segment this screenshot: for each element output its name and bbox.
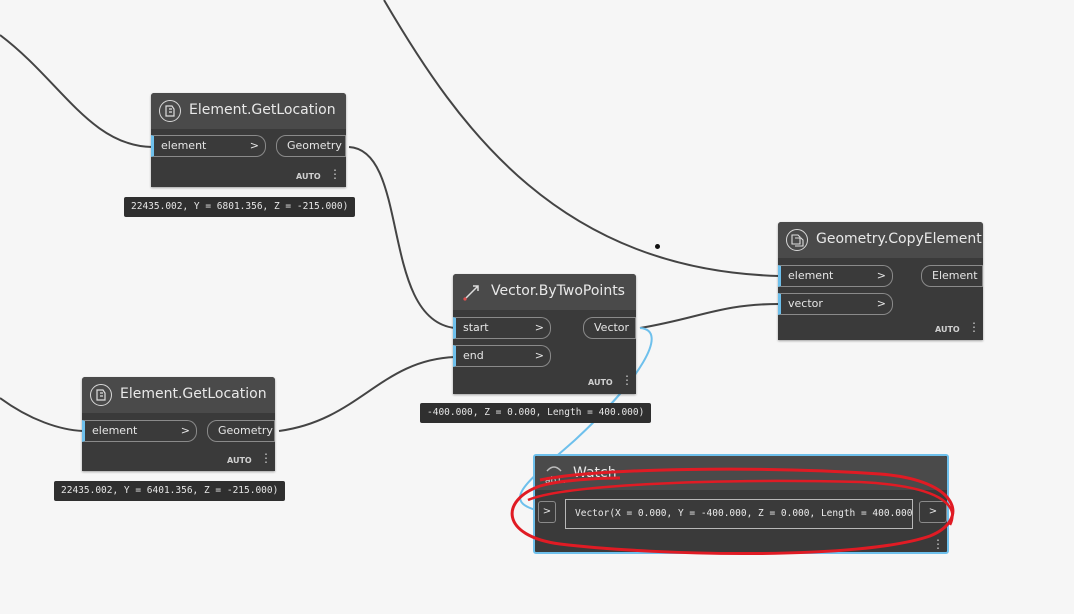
wire-vector-to-copyelement: [639, 303, 780, 329]
wire-getlocation1-to-start: [348, 146, 456, 329]
node-title: Geometry.CopyElement: [816, 231, 982, 247]
vertical-dots-icon[interactable]: ⋮: [621, 374, 633, 386]
port-label: element: [92, 424, 138, 437]
copy-element-icon: [786, 229, 808, 251]
node-header[interactable]: Element.GetLocation: [151, 93, 346, 129]
start-input-port[interactable]: start >: [453, 317, 551, 339]
geometry-output-port[interactable]: Geometry: [276, 135, 346, 157]
preview-bubble: 22435.002, Y = 6401.356, Z = -215.000): [54, 481, 286, 501]
node-header[interactable]: ab12 Watch: [535, 456, 947, 490]
node-header[interactable]: Element.GetLocation: [82, 377, 275, 413]
preview-bubble: -400.000, Z = 0.000, Length = 400.000): [420, 403, 652, 423]
port-label: Element: [932, 269, 978, 282]
chevron-right-icon: >: [542, 506, 552, 517]
watch-ab-icon: ab12: [543, 462, 568, 490]
lacing-label: AUTO: [935, 325, 960, 334]
geometry-copyelement-node[interactable]: Geometry.CopyElement element > vector > …: [778, 222, 983, 340]
chevron-right-icon: >: [249, 139, 259, 152]
node-title: Element.GetLocation: [120, 386, 267, 402]
wire-to-copyelement-element: [383, 0, 780, 277]
vector-output-port[interactable]: Vector: [583, 317, 636, 339]
chevron-right-icon: >: [876, 297, 886, 310]
chevron-right-icon: >: [534, 321, 544, 334]
chevron-right-icon: >: [534, 349, 544, 362]
wire-to-getlocation-1: [0, 34, 153, 148]
node-header[interactable]: Geometry.CopyElement: [778, 222, 983, 258]
watch-input-port[interactable]: >: [538, 501, 556, 523]
geometry-output-port[interactable]: Geometry: [207, 420, 275, 442]
element-getlocation-node-2[interactable]: Element.GetLocation element > Geometry A…: [82, 377, 275, 471]
preview-bubble: 22435.002, Y = 6801.356, Z = -215.000): [124, 197, 356, 217]
port-label: Vector: [594, 321, 630, 334]
port-label: start: [463, 321, 489, 334]
element-location-icon: [159, 100, 181, 122]
port-label: vector: [788, 297, 823, 310]
watch-node[interactable]: ab12 Watch > Vector(X = 0.000, Y = -400.…: [533, 454, 949, 554]
end-input-port[interactable]: end >: [453, 345, 551, 367]
vector-arrow-icon: [462, 282, 482, 306]
element-output-port[interactable]: Element: [921, 265, 983, 287]
port-label: Geometry: [287, 139, 342, 152]
watch-output-port[interactable]: >: [919, 501, 947, 523]
port-label: end: [463, 349, 484, 362]
vertical-dots-icon[interactable]: ⋮: [932, 538, 944, 550]
port-label: element: [161, 139, 207, 152]
chevron-right-icon: >: [928, 506, 938, 517]
chevron-right-icon: >: [876, 269, 886, 282]
node-header[interactable]: Vector.ByTwoPoints: [453, 274, 636, 310]
vector-bytwopoints-node[interactable]: Vector.ByTwoPoints start > end > Vector …: [453, 274, 636, 394]
port-label: element: [788, 269, 834, 282]
svg-text:ab12: ab12: [545, 476, 565, 486]
vertical-dots-icon[interactable]: ⋮: [968, 321, 980, 333]
node-title: Watch: [573, 465, 617, 481]
vertical-dots-icon[interactable]: ⋮: [260, 452, 272, 464]
vertical-dots-icon[interactable]: ⋮: [329, 168, 341, 180]
lacing-label: AUTO: [296, 172, 321, 181]
node-title: Element.GetLocation: [189, 102, 336, 118]
element-location-icon: [90, 384, 112, 406]
port-label: Geometry: [218, 424, 273, 437]
element-getlocation-node-1[interactable]: Element.GetLocation element > Geometry A…: [151, 93, 346, 187]
node-title: Vector.ByTwoPoints: [491, 283, 625, 299]
cursor-dot: [655, 244, 660, 249]
watch-value-display: Vector(X = 0.000, Y = -400.000, Z = 0.00…: [565, 499, 913, 529]
lacing-label: AUTO: [227, 456, 252, 465]
lacing-label: AUTO: [588, 378, 613, 387]
wire-to-getlocation-2: [0, 397, 84, 432]
chevron-right-icon: >: [180, 424, 190, 437]
element-input-port[interactable]: element >: [82, 420, 197, 442]
element-input-port[interactable]: element >: [778, 265, 893, 287]
element-input-port[interactable]: element >: [151, 135, 266, 157]
vector-input-port[interactable]: vector >: [778, 293, 893, 315]
